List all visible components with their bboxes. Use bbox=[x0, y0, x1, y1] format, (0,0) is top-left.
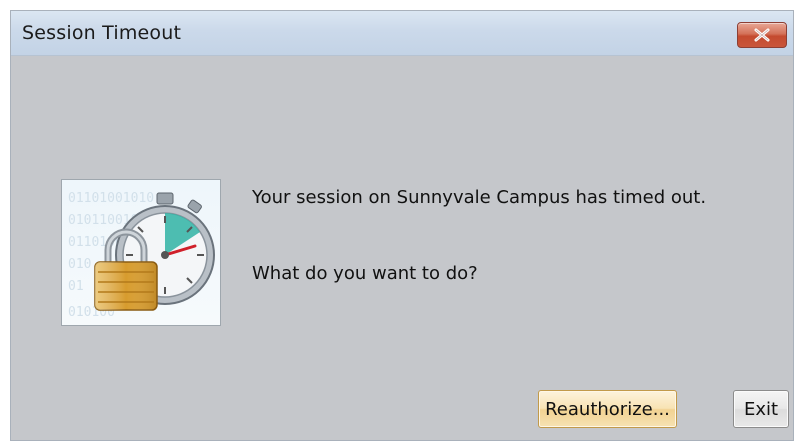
exit-button[interactable]: Exit bbox=[733, 390, 789, 428]
close-icon bbox=[754, 28, 770, 42]
close-button[interactable] bbox=[737, 22, 787, 48]
session-timeout-dialog: Session Timeout 01101001010 0101100101 0… bbox=[10, 10, 794, 441]
binary-row: 010 bbox=[68, 257, 91, 272]
title-bar[interactable]: Session Timeout bbox=[11, 11, 793, 56]
reauthorize-button[interactable]: Reauthorize... bbox=[538, 390, 677, 428]
binary-row: 01101001010 bbox=[68, 191, 154, 206]
binary-row: 01 bbox=[68, 279, 84, 294]
session-timeout-icon-frame: 01101001010 0101100101 0110100 010 01 01… bbox=[61, 179, 221, 326]
window-title: Session Timeout bbox=[22, 22, 182, 44]
action-prompt: What do you want to do? bbox=[252, 263, 478, 284]
stopwatch-lock-icon: 01101001010 0101100101 0110100 010 01 01… bbox=[68, 191, 215, 320]
timeout-message: Your session on Sunnyvale Campus has tim… bbox=[252, 187, 707, 208]
